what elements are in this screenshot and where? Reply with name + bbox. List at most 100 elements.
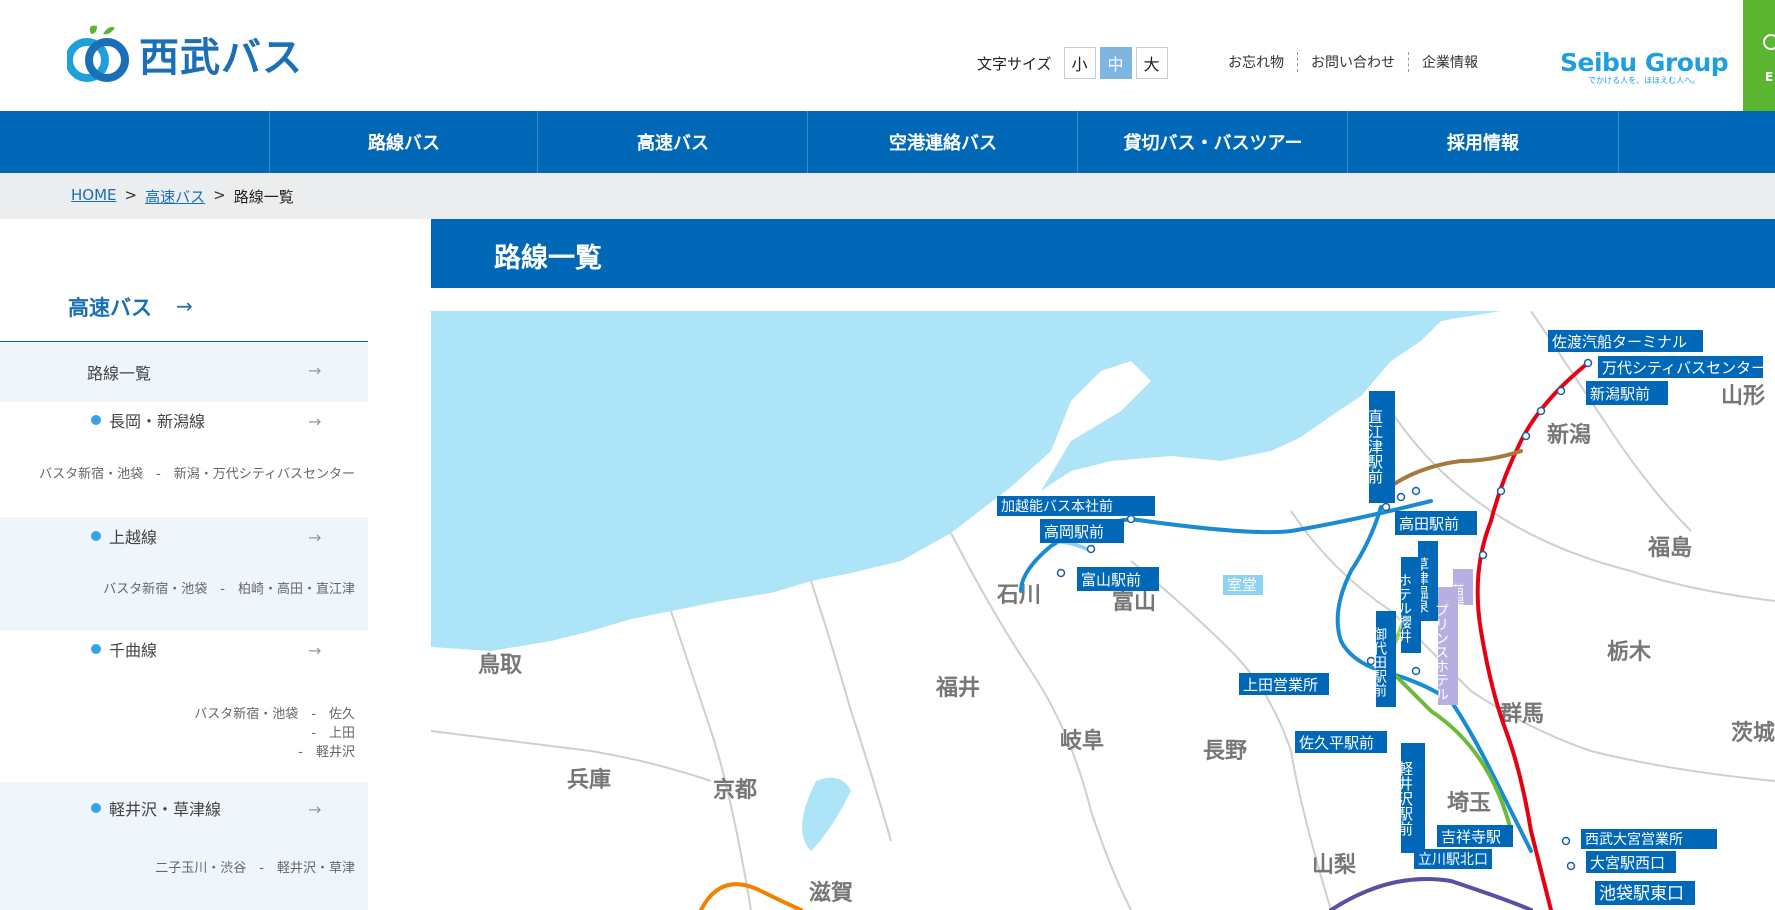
logo-mark-icon xyxy=(65,22,131,86)
pref-label: 石川 xyxy=(996,583,1041,608)
seibu-group-logo[interactable]: Seibu Group でかける人を、ほほえむ人へ。 xyxy=(1560,48,1729,86)
pref-label: 栃木 xyxy=(1607,640,1652,665)
pref-label: 新潟 xyxy=(1547,422,1591,448)
station-label: 吉祥寺駅 xyxy=(1441,828,1501,846)
desc-line: - 軽井沢 xyxy=(298,745,355,760)
stop-marker xyxy=(1583,358,1593,368)
station-label: 佐久平駅前 xyxy=(1299,734,1374,752)
sidebar-item-label: 千曲線 xyxy=(109,641,158,660)
station-label-vertical: 御代田駅前 xyxy=(1371,627,1387,698)
sidebar-item-label: 路線一覧 xyxy=(87,364,152,383)
breadcrumb-highway-bus[interactable]: 高速バス xyxy=(145,186,205,207)
pref-label: 兵庫 xyxy=(567,767,611,793)
globe-icon xyxy=(1763,34,1775,50)
station-label: 万代シティバスセンター xyxy=(1602,359,1766,377)
sidebar-item-desc: バスタ新宿・池袋 - 新潟・万代シティバスセンター xyxy=(39,467,355,482)
contact-link[interactable]: お問い合わせ xyxy=(1297,52,1408,72)
pref-label: 京都 xyxy=(713,777,757,803)
breadcrumb-home[interactable]: HOME xyxy=(71,186,117,207)
station-label-vertical: ホテル櫻井 xyxy=(1396,573,1412,644)
station-label: 大宮駅西口 xyxy=(1590,854,1665,872)
font-size-label: 文字サイズ xyxy=(977,54,1052,73)
seibu-group-name: Seibu Group xyxy=(1560,48,1729,77)
pref-label: 長野 xyxy=(1203,739,1247,764)
stop-marker xyxy=(1056,568,1066,578)
font-size-small-button[interactable]: 小 xyxy=(1063,47,1096,79)
sidebar: 高速バス → 路線一覧 → 長岡・新潟線 → バスタ新宿・池袋 - 新潟・万代シ… xyxy=(0,219,368,910)
page-title: 路線一覧 xyxy=(494,243,602,274)
english-label: E xyxy=(1765,70,1774,84)
site-header: 西武バス 文字サイズ 小 中 大 お忘れ物 お問い合わせ 企業情報 Seibu … xyxy=(0,0,1775,111)
english-button[interactable]: E xyxy=(1743,0,1775,111)
station-label-vertical: 直江津駅前 xyxy=(1366,409,1384,485)
desc-line: - 上田 xyxy=(311,726,355,741)
station-label: 富山駅前 xyxy=(1081,571,1141,589)
font-size-switcher: 文字サイズ 小 中 大 xyxy=(977,47,1168,79)
stop-marker xyxy=(1566,861,1576,871)
station-label: 西武大宮営業所 xyxy=(1585,832,1683,848)
pref-label: 滋賀 xyxy=(809,880,853,906)
land-area xyxy=(431,311,1775,910)
sidebar-item-route-list[interactable]: 路線一覧 → xyxy=(0,342,368,402)
nav-charter-bus[interactable]: 貸切バス・バスツアー xyxy=(1077,111,1348,173)
stop-marker xyxy=(1086,544,1096,554)
nav-recruit[interactable]: 採用情報 xyxy=(1347,111,1619,173)
nav-airport-bus[interactable]: 空港連絡バス xyxy=(807,111,1078,173)
font-size-large-button[interactable]: 大 xyxy=(1135,47,1168,79)
sidebar-item-label: 長岡・新潟線 xyxy=(109,412,206,431)
stop-marker xyxy=(1556,386,1566,396)
pref-label: 埼玉 xyxy=(1447,791,1491,816)
pref-label: 岐阜 xyxy=(1060,728,1104,754)
arrow-right-icon: → xyxy=(308,528,322,547)
sidebar-item-desc: バスタ新宿・池袋 - 柏崎・高田・直江津 xyxy=(103,582,355,597)
stop-marker xyxy=(1411,666,1421,676)
breadcrumb-current: 路線一覧 xyxy=(233,187,294,206)
breadcrumb-separator: > xyxy=(213,185,226,204)
pref-label: 茨城 xyxy=(1731,720,1775,746)
company-info-link[interactable]: 企業情報 xyxy=(1408,52,1491,72)
stop-marker xyxy=(1478,550,1488,560)
site-logo[interactable]: 西武バス xyxy=(65,22,303,86)
sidebar-item-joetsu[interactable]: 上越線 → バスタ新宿・池袋 - 柏崎・高田・直江津 xyxy=(0,517,368,630)
arrow-right-icon: → xyxy=(308,641,322,660)
pref-label: 富山 xyxy=(1112,589,1156,615)
breadcrumb-separator: > xyxy=(124,185,138,204)
station-label: 高田駅前 xyxy=(1399,515,1459,533)
stop-marker xyxy=(1496,486,1506,496)
stop-marker xyxy=(1521,431,1531,441)
station-label: 高岡駅前 xyxy=(1044,523,1104,541)
bullet-icon xyxy=(91,415,101,425)
pref-label: 山形 xyxy=(1721,384,1765,409)
global-nav: 路線バス 高速バス 空港連絡バス 貸切バス・バスツアー 採用情報 xyxy=(0,111,1775,173)
font-size-medium-button[interactable]: 中 xyxy=(1099,47,1132,79)
pref-label: 山梨 xyxy=(1312,853,1356,878)
nav-route-bus[interactable]: 路線バス xyxy=(269,111,538,173)
station-label-vertical: 軽井沢駅前 xyxy=(1396,761,1414,837)
nav-highway-bus[interactable]: 高速バス xyxy=(537,111,808,173)
route-map[interactable]: 山形 新潟 福島 石川 富山 栃木 鳥取 福井 群馬 茨城 岐阜 長野 兵庫 京… xyxy=(431,311,1775,910)
utility-links: お忘れ物 お問い合わせ 企業情報 xyxy=(1215,52,1491,72)
sidebar-item-desc: 二子玉川・渋谷 - 軽井沢・草津 xyxy=(155,861,355,876)
bullet-icon xyxy=(91,644,101,654)
sidebar-item-nagaoka-niigata[interactable]: 長岡・新潟線 → バスタ新宿・池袋 - 新潟・万代シティバスセンター xyxy=(0,402,368,517)
arrow-right-icon: → xyxy=(176,294,193,318)
stop-marker xyxy=(1561,836,1571,846)
bullet-icon xyxy=(91,803,101,813)
desc-line: バスタ新宿・池袋 - 佐久 xyxy=(194,707,355,722)
station-label: 加越能バス本社前 xyxy=(1001,498,1113,515)
sidebar-title[interactable]: 高速バス xyxy=(68,292,152,322)
lost-items-link[interactable]: お忘れ物 xyxy=(1215,52,1297,72)
stop-marker xyxy=(1536,406,1546,416)
sidebar-item-karuizawa-kusatsu[interactable]: 軽井沢・草津線 → 二子玉川・渋谷 - 軽井沢・草津 xyxy=(0,782,368,910)
arrow-right-icon: → xyxy=(308,800,322,819)
pref-label: 鳥取 xyxy=(478,652,522,678)
sidebar-item-chikuma[interactable]: 千曲線 → バスタ新宿・池袋 - 佐久 - 上田 - 軽井沢 xyxy=(0,630,368,782)
sidebar-item-desc: バスタ新宿・池袋 - 佐久 - 上田 - 軽井沢 xyxy=(194,705,355,762)
sidebar-item-label: 上越線 xyxy=(109,528,158,547)
bullet-icon xyxy=(91,531,101,541)
station-label: 新潟駅前 xyxy=(1590,385,1650,403)
pref-label: 群馬 xyxy=(1500,701,1544,727)
pref-label: 福島 xyxy=(1647,535,1692,561)
station-label: 佐渡汽船ターミナル xyxy=(1552,333,1687,351)
stop-marker xyxy=(1396,492,1406,502)
